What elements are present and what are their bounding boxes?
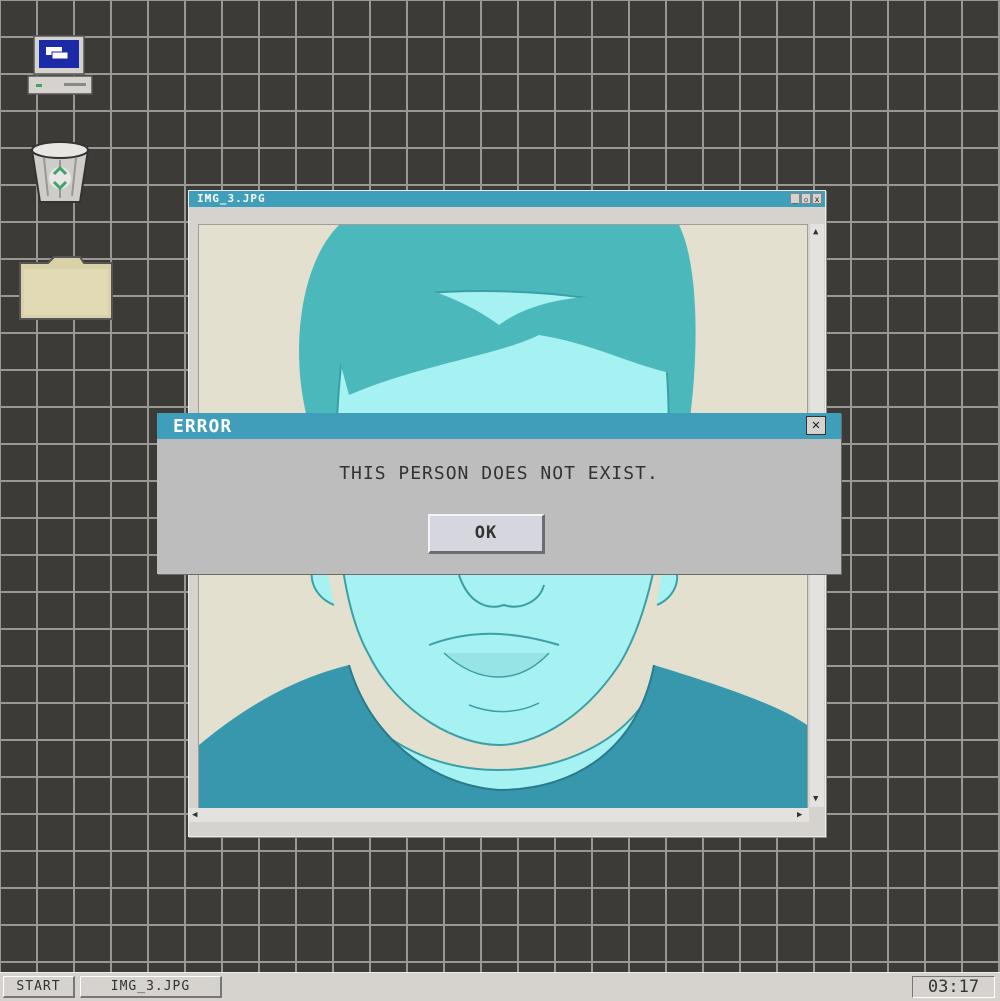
dialog-message: THIS PERSON DOES NOT EXIST. — [339, 463, 659, 484]
maximize-button[interactable]: ▫ — [801, 193, 811, 204]
computer-icon[interactable] — [24, 34, 96, 98]
clock: 03:17 — [912, 976, 995, 998]
dialog-title: ERROR — [173, 416, 233, 437]
horizontal-scrollbar[interactable]: ◀ ▶ — [189, 808, 809, 822]
minimize-button[interactable]: _ — [790, 193, 800, 204]
scroll-right-icon[interactable]: ▶ — [797, 810, 802, 820]
window-titlebar[interactable]: IMG_3.JPG _ ▫ x — [189, 191, 825, 207]
start-button[interactable]: START — [3, 976, 75, 998]
scroll-left-icon[interactable]: ◀ — [192, 810, 197, 820]
taskbar: START IMG_3.JPG 03:17 — [0, 972, 1000, 1001]
scroll-down-icon[interactable]: ▼ — [813, 794, 818, 804]
ok-button[interactable]: OK — [428, 514, 545, 554]
scroll-up-icon[interactable]: ▲ — [813, 227, 818, 237]
close-button[interactable]: x — [812, 193, 822, 204]
folder-icon[interactable] — [18, 255, 114, 321]
taskbar-item-img[interactable]: IMG_3.JPG — [80, 976, 222, 998]
dialog-close-button[interactable]: ✕ — [806, 416, 826, 435]
dialog-titlebar[interactable]: ERROR ✕ — [157, 413, 841, 439]
error-dialog[interactable]: ERROR ✕ THIS PERSON DOES NOT EXIST. OK — [157, 413, 841, 574]
recycle-bin-icon[interactable] — [24, 138, 96, 204]
window-title: IMG_3.JPG — [197, 192, 266, 205]
